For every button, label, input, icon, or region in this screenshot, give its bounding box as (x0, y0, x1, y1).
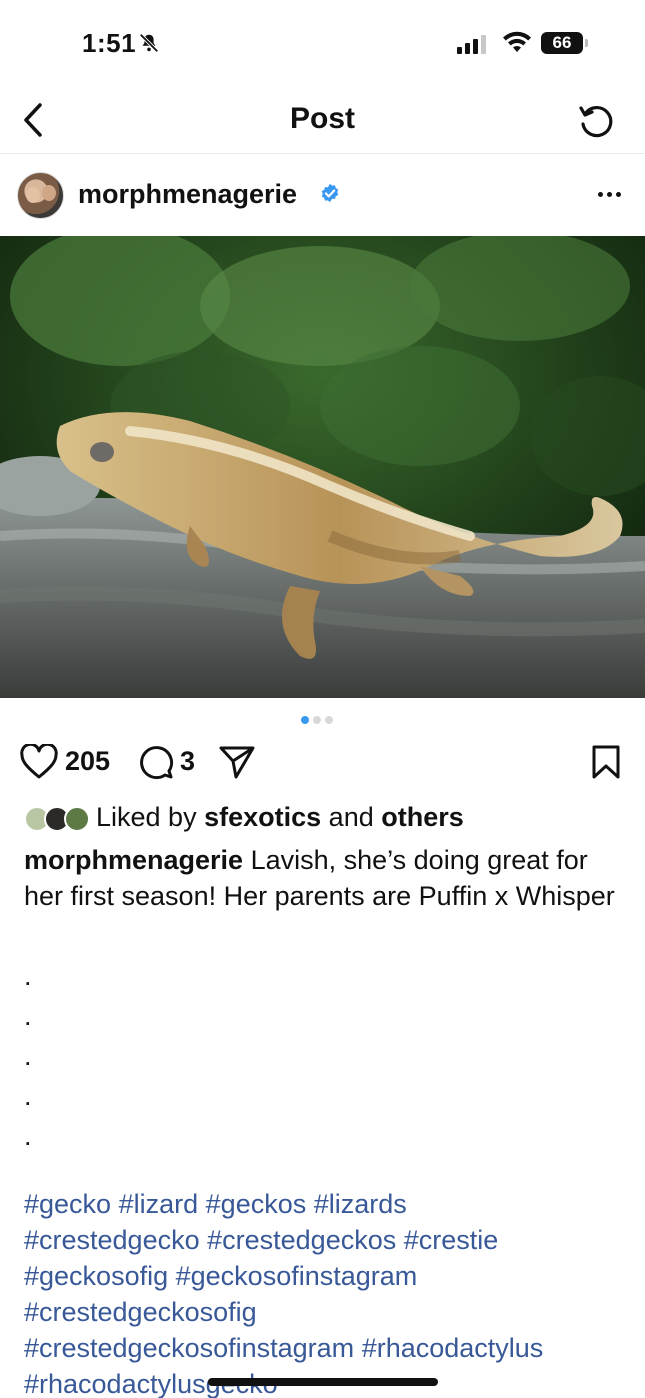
comment-icon[interactable] (138, 744, 174, 785)
battery-icon: 66 (541, 32, 588, 54)
comment-count[interactable]: 3 (180, 746, 195, 777)
page-title: Post (289, 102, 355, 135)
liked-by-user[interactable]: sfexotics (204, 802, 321, 832)
caption-dot: . (24, 1081, 32, 1111)
hashtag[interactable]: #gecko (24, 1189, 111, 1219)
hashtag[interactable]: #geckosofig (24, 1261, 168, 1291)
liked-by-text: Liked by sfexotics and others (96, 802, 464, 833)
carousel-dots (301, 716, 333, 724)
hashtag[interactable]: #geckosofinstagram (176, 1261, 418, 1291)
post-image[interactable] (0, 236, 645, 698)
caption-dot: . (24, 1001, 32, 1031)
share-icon[interactable] (218, 744, 256, 785)
bell-slash-icon (138, 32, 160, 59)
hashtag[interactable]: #crestie (404, 1225, 499, 1255)
status-time: 1:51 (82, 28, 137, 58)
caption-username[interactable]: morphmenagerie (24, 845, 243, 875)
caption: morphmenagerie Lavish, she’s doing great… (24, 842, 624, 914)
caption-dot: . (24, 1041, 32, 1071)
refresh-icon[interactable] (576, 102, 616, 147)
caption-dot: . (24, 1121, 32, 1151)
avatar[interactable] (17, 172, 64, 219)
username[interactable]: morphmenagerie (78, 179, 297, 210)
post-author[interactable]: morphmenagerie (0, 166, 645, 226)
post-actions: 205 3 (0, 738, 645, 788)
liked-by-and: and (328, 802, 374, 832)
wifi-icon (502, 30, 532, 59)
header: Post (0, 88, 645, 154)
liked-avatars (24, 806, 92, 832)
like-count[interactable]: 205 (65, 746, 110, 777)
hashtags: #gecko #lizard #geckos #lizards #crested… (24, 1186, 634, 1398)
home-indicator[interactable] (208, 1378, 438, 1386)
bookmark-icon[interactable] (590, 744, 622, 785)
hashtag[interactable]: #crestedgeckosofinstagram (24, 1333, 354, 1363)
more-icon[interactable] (598, 192, 621, 197)
hashtag[interactable]: #crestedgeckos (207, 1225, 396, 1255)
heart-icon[interactable] (20, 742, 58, 785)
hashtag[interactable]: #geckos (206, 1189, 307, 1219)
hashtag[interactable]: #lizard (119, 1189, 199, 1219)
hashtag[interactable]: #rhacodactylus (362, 1333, 544, 1363)
hashtag[interactable]: #lizards (314, 1189, 407, 1219)
signal-icon (457, 34, 486, 54)
caption-dot: . (24, 961, 32, 991)
liked-by[interactable]: Liked by sfexotics and others (24, 800, 624, 838)
liked-by-others[interactable]: others (381, 802, 464, 832)
hashtag[interactable]: #crestedgecko (24, 1225, 200, 1255)
hashtag[interactable]: #crestedgeckosofig (24, 1297, 257, 1327)
liked-by-prefix: Liked by (96, 802, 197, 832)
status-bar: 1:51 66 (0, 0, 645, 88)
verified-icon (320, 183, 340, 208)
